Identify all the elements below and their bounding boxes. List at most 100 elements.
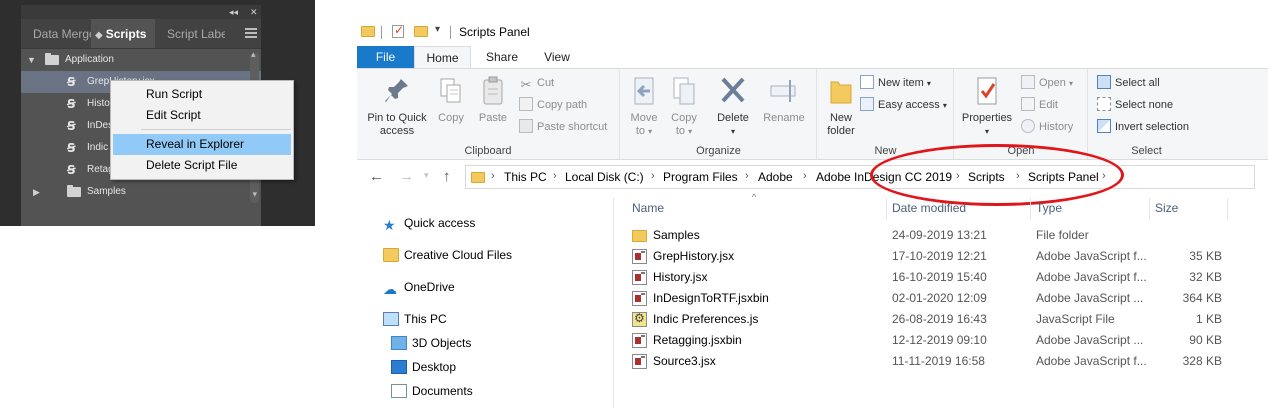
- breadcrumb-chevron-icon[interactable]: ›: [745, 170, 749, 182]
- new-folder-button[interactable]: New folder: [822, 75, 860, 138]
- easy-access-button[interactable]: Easy access ▾: [860, 96, 947, 114]
- new-folder-quick-icon[interactable]: [414, 26, 428, 37]
- column-header-size[interactable]: Size: [1155, 201, 1178, 215]
- copy-button[interactable]: Copy: [433, 75, 469, 125]
- nav-quick-access[interactable]: ★ Quick access: [383, 216, 475, 232]
- pin-icon: [385, 79, 408, 102]
- pin-to-quick-access-button[interactable]: Pin to Quick access: [363, 75, 431, 138]
- history-button[interactable]: History: [1021, 118, 1073, 136]
- invert-selection-label: Invert selection: [1115, 121, 1189, 133]
- column-header-date[interactable]: Date modified: [892, 201, 966, 215]
- properties-quick-icon[interactable]: [392, 23, 404, 38]
- collapse-icon[interactable]: ◂◂: [229, 6, 238, 18]
- up-arrow-icon[interactable]: ↑: [443, 168, 451, 185]
- menu-item-delete-script-file[interactable]: Delete Script File: [111, 155, 293, 176]
- file-row[interactable]: History.jsx 16-10-2019 15:40 Adobe JavaS…: [615, 267, 1268, 288]
- expand-down-icon[interactable]: ▼: [27, 49, 36, 71]
- nav-this-pc[interactable]: This PC: [383, 312, 447, 326]
- breadcrumb-adobe[interactable]: Adobe: [758, 170, 793, 184]
- new-folder-label-2: folder: [827, 125, 855, 137]
- file-row[interactable]: InDesignToRTF.jsxbin 02-01-2020 12:09 Ad…: [615, 288, 1268, 309]
- file-row[interactable]: Source3.jsx 11-11-2019 16:58 Adobe JavaS…: [615, 351, 1268, 372]
- breadcrumb-chevron-icon[interactable]: ›: [1102, 170, 1106, 182]
- column-header-type[interactable]: Type: [1036, 201, 1062, 215]
- cut-button[interactable]: ✂ Cut: [519, 74, 555, 92]
- new-item-button[interactable]: New item ▾: [860, 74, 931, 92]
- tree-folder-application[interactable]: ▼ Application: [21, 49, 261, 71]
- scroll-down-icon[interactable]: ▾: [252, 189, 257, 200]
- copy-path-icon: [519, 97, 533, 111]
- copy-to-button[interactable]: Copy to ▾: [667, 75, 701, 138]
- paste-shortcut-button[interactable]: Paste shortcut: [519, 118, 607, 136]
- breadcrumb-chevron-icon[interactable]: ›: [651, 170, 655, 182]
- file-type: Adobe JavaScript ...: [1036, 291, 1144, 305]
- tab-script-label[interactable]: Script Label: [155, 19, 225, 48]
- column-divider[interactable]: [1030, 198, 1031, 220]
- breadcrumb-chevron-icon[interactable]: ›: [553, 170, 557, 182]
- nav-documents[interactable]: Documents: [391, 384, 473, 398]
- paste-icon: [483, 76, 503, 105]
- breadcrumb-this-pc[interactable]: This PC: [504, 170, 547, 184]
- copy-path-button[interactable]: Copy path: [519, 96, 587, 114]
- file-row[interactable]: Retagging.jsxbin 12-12-2019 09:10 Adobe …: [615, 330, 1268, 351]
- file-row[interactable]: Indic Preferences.js 26-08-2019 16:43 Ja…: [615, 309, 1268, 330]
- column-divider[interactable]: [886, 198, 887, 220]
- edit-button[interactable]: Edit: [1021, 96, 1058, 114]
- open-button[interactable]: Open ▾: [1021, 74, 1073, 92]
- rename-button[interactable]: Rename: [759, 75, 809, 125]
- invert-selection-button[interactable]: Invert selection: [1097, 118, 1189, 136]
- nav-3d-objects[interactable]: 3D Objects: [391, 336, 471, 350]
- breadcrumb-program-files[interactable]: Program Files: [663, 170, 738, 184]
- tab-file[interactable]: File: [357, 46, 414, 68]
- delete-button[interactable]: Delete ▾: [713, 75, 753, 138]
- breadcrumb-chevron-icon[interactable]: ›: [956, 170, 960, 182]
- breadcrumb-adobe-indesign[interactable]: Adobe InDesign CC 2019: [816, 170, 952, 184]
- properties-button[interactable]: Properties ▾: [959, 75, 1015, 138]
- menu-item-reveal-in-explorer[interactable]: Reveal in Explorer: [113, 134, 291, 155]
- breadcrumb-chevron-icon[interactable]: ›: [491, 170, 495, 182]
- breadcrumb-scripts-panel[interactable]: Scripts Panel: [1028, 170, 1099, 184]
- back-arrow-icon[interactable]: ←: [369, 168, 384, 185]
- paste-button[interactable]: Paste: [473, 75, 513, 125]
- nav-desktop[interactable]: Desktop: [391, 360, 456, 374]
- file-name: GrepHistory.jsx: [653, 249, 735, 263]
- file-row[interactable]: GrepHistory.jsx 17-10-2019 12:21 Adobe J…: [615, 246, 1268, 267]
- menu-item-run-script[interactable]: Run Script: [111, 84, 293, 105]
- file-row[interactable]: Samples 24-09-2019 13:21 File folder: [615, 225, 1268, 246]
- open-label: Open: [1039, 77, 1066, 89]
- tab-scripts[interactable]: ◆ Scripts: [91, 19, 155, 48]
- column-divider[interactable]: [1149, 198, 1150, 220]
- group-select: Select all Select none Invert selection …: [1089, 69, 1204, 159]
- paste-label: Paste: [478, 112, 508, 124]
- tab-view[interactable]: View: [534, 46, 580, 68]
- nav-onedrive[interactable]: ☁ OneDrive: [383, 280, 455, 296]
- menu-item-edit-script[interactable]: Edit Script: [111, 105, 293, 126]
- close-panel-icon[interactable]: ✕: [250, 6, 258, 18]
- breadcrumb-chevron-icon[interactable]: ›: [1016, 170, 1020, 182]
- move-to-button[interactable]: Move to ▾: [627, 75, 661, 138]
- tree-folder-samples[interactable]: ▶ Samples: [21, 181, 261, 203]
- recent-locations-chevron-icon[interactable]: ▾: [424, 170, 429, 181]
- divider: [381, 26, 382, 39]
- breadcrumb-local-disk[interactable]: Local Disk (C:): [565, 170, 644, 184]
- expand-right-icon[interactable]: ▶: [33, 181, 40, 203]
- panel-menu-icon[interactable]: [245, 28, 257, 38]
- forward-arrow-icon[interactable]: →: [399, 168, 414, 185]
- tab-data-merge[interactable]: Data Merge: [21, 19, 91, 48]
- tab-home[interactable]: Home: [414, 46, 471, 68]
- easy-access-label: Easy access: [878, 99, 940, 111]
- select-none-button[interactable]: Select none: [1097, 96, 1173, 114]
- address-bar[interactable]: › This PC › Local Disk (C:) › Program Fi…: [465, 165, 1255, 189]
- new-folder-icon: [830, 81, 852, 104]
- tab-share[interactable]: Share: [477, 46, 527, 68]
- nav-creative-cloud-files[interactable]: Creative Cloud Files: [383, 248, 512, 262]
- panel-collapse-bar[interactable]: ◂◂ ✕: [21, 5, 261, 19]
- column-header-name[interactable]: Name: [632, 201, 664, 215]
- select-all-button[interactable]: Select all: [1097, 74, 1160, 92]
- new-item-icon: [860, 75, 874, 89]
- script-icon: Ꞩ: [67, 75, 76, 89]
- breadcrumb-chevron-icon[interactable]: ›: [803, 170, 807, 182]
- customize-quick-access-icon[interactable]: ▾: [435, 24, 440, 35]
- breadcrumb-scripts[interactable]: Scripts: [968, 170, 1005, 184]
- column-divider[interactable]: [1227, 198, 1228, 220]
